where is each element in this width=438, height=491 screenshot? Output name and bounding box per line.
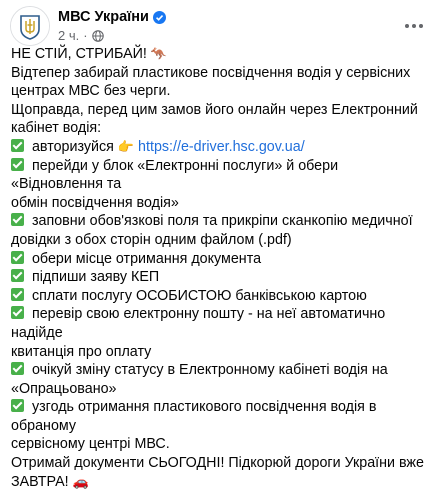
step-item: обери місце отримання документа: [11, 250, 428, 269]
post-text: НЕ СТІЙ, СТРИБАЙ! 🦘 Відтепер забирай пла…: [11, 45, 428, 491]
post-line: кабінет водія:: [11, 120, 102, 137]
step-item: перейди у блок «Електронні послуги» й об…: [11, 157, 428, 194]
check-mark-icon: [11, 138, 24, 152]
post-line: Отримай документи СЬОГОДНІ! Підкорюй дор…: [11, 455, 424, 472]
car-emoji-icon: 🚗: [72, 473, 89, 489]
step-item: сплати послугу ОСОБИСТОЮ банківською кар…: [11, 287, 428, 306]
step-text: обери місце отримання документа: [28, 250, 262, 267]
post-line: Щоправда, перед цим замов його онлайн че…: [11, 101, 418, 118]
page-name-row: МВС України: [58, 8, 166, 26]
post-time[interactable]: 2 ч.: [58, 28, 79, 44]
more-options-icon[interactable]: [398, 10, 430, 42]
post-line: квитанція про оплату: [11, 343, 152, 360]
ministry-emblem-icon: [11, 7, 49, 45]
step-item: заповни обов'язкові поля та прикріпи ска…: [11, 212, 428, 231]
step-text: підпиши заяву КЕП: [28, 269, 160, 286]
step-item: очікуй зміну статусу в Електронному кабі…: [11, 361, 428, 380]
step-text: узгодь отримання пластикового посвідченн…: [11, 399, 381, 434]
step-item: узгодь отримання пластикового посвідченн…: [11, 398, 428, 435]
post-line: обмін посвідчення водія»: [11, 194, 179, 211]
post-line: сервісному центрі МВС.: [11, 436, 170, 453]
page-name[interactable]: МВС України: [58, 8, 149, 26]
step-text: заповни обов'язкові поля та прикріпи ска…: [28, 213, 413, 230]
check-mark-icon: [11, 213, 24, 227]
step-text: сплати послугу ОСОБИСТОЮ банківською кар…: [28, 287, 367, 304]
check-mark-icon: [11, 287, 24, 301]
facebook-post: МВС України 2 ч. · НЕ СТІЙ, СТРИБАЙ! 🦘 В…: [0, 0, 438, 490]
post-header: МВС України 2 ч. ·: [10, 6, 438, 46]
check-mark-icon: [11, 269, 24, 283]
step-item: авторизуйся 👉 https://e-driver.hsc.gov.u…: [11, 138, 428, 157]
check-mark-icon: [11, 362, 24, 376]
post-line: «Опрацьовано»: [11, 380, 117, 397]
post-line: Відтепер забирай пластикове посвідчення …: [11, 64, 411, 81]
check-mark-icon: [11, 250, 24, 264]
step-item: підпиши заяву КЕП: [11, 268, 428, 287]
globe-icon[interactable]: [91, 30, 104, 42]
step-text: перейди у блок «Електронні послуги» й об…: [11, 157, 343, 193]
closing-text: ЗАВТРА!: [11, 473, 73, 490]
check-mark-icon: [11, 399, 24, 413]
step-text: авторизуйся: [28, 138, 118, 155]
post-meta: 2 ч. ·: [58, 28, 104, 44]
e-driver-link[interactable]: https://e-driver.hsc.gov.ua/: [138, 139, 305, 155]
post-line: ЗАВТРА! 🚗: [11, 473, 428, 491]
post-line: центрах МВС без черги.: [11, 83, 171, 100]
step-text: очікуй зміну статусу в Електронному кабі…: [28, 362, 388, 379]
pointing-right-emoji-icon: 👉: [117, 138, 135, 154]
page-avatar[interactable]: [10, 6, 50, 46]
meta-separator: ·: [83, 28, 88, 43]
headline-text: НЕ СТІЙ, СТРИБАЙ!: [11, 46, 151, 62]
post-line: НЕ СТІЙ, СТРИБАЙ! 🦘: [11, 45, 428, 64]
check-mark-icon: [11, 306, 24, 320]
kangaroo-emoji-icon: 🦘: [150, 46, 168, 61]
step-text: перевір свою електронну пошту - на неї а…: [11, 306, 390, 341]
step-item: перевір свою електронну пошту - на неї а…: [11, 305, 428, 342]
verified-badge-icon: [152, 10, 166, 24]
check-mark-icon: [11, 157, 24, 171]
post-line: довідки з обох сторін одним файлом (.pdf…: [11, 231, 292, 248]
